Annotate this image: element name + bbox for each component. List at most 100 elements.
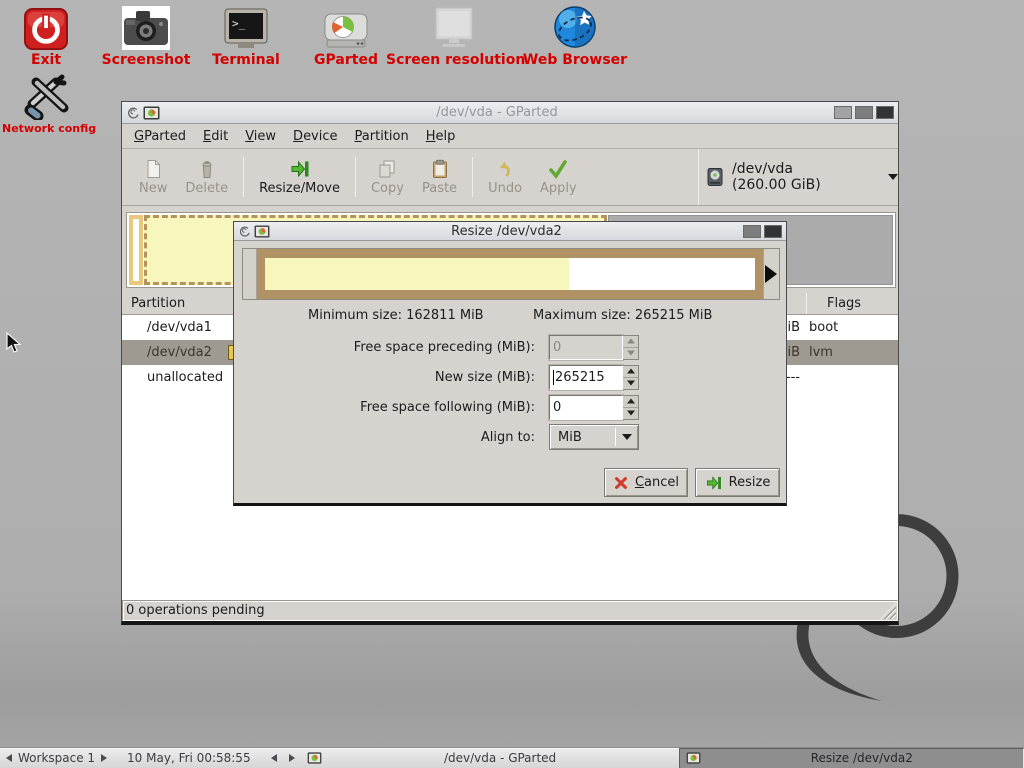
menubar: GParted Edit View Device Partition Help: [122, 124, 898, 149]
toolbar-separator: [698, 149, 699, 205]
tools-icon: [2, 72, 94, 120]
gparted-app-icon: [254, 225, 270, 238]
tasklist-next-icon[interactable]: [289, 754, 295, 762]
desktop-icon-label: Screen resolution: [386, 52, 522, 68]
resize-move-icon: [289, 158, 311, 180]
slider-right-handle[interactable]: [763, 249, 779, 299]
column-header-partition[interactable]: Partition: [131, 296, 185, 311]
slider-free-space: [569, 258, 755, 290]
toolbar-separator: [472, 157, 473, 197]
undo-button[interactable]: Undo: [479, 155, 531, 199]
align-to-dropdown[interactable]: MiB: [549, 424, 639, 450]
hard-disk-icon: [706, 167, 725, 187]
maximize-button[interactable]: [855, 106, 873, 119]
slider-left-handle[interactable]: [243, 249, 257, 299]
gparted-app-icon: [307, 752, 322, 764]
desktop-icon-label: GParted: [303, 52, 389, 68]
trash-icon: [196, 158, 218, 180]
new-size-input[interactable]: 265215: [549, 365, 623, 390]
toolbar-separator: [243, 157, 244, 197]
menu-partition[interactable]: Partition: [355, 129, 409, 144]
copy-icon: [376, 158, 398, 180]
close-button[interactable]: [764, 225, 782, 238]
maximum-size-label: Maximum size: 265215 MiB: [533, 308, 712, 323]
resize-dialog: Resize /dev/vda2 Minimum size: 162811 Mi…: [233, 221, 787, 506]
workspace-prev-icon[interactable]: [6, 754, 12, 762]
mouse-cursor: [6, 332, 22, 354]
desktop-icon-label: Web Browser: [510, 52, 640, 68]
tasklist-prev-icon[interactable]: [271, 754, 277, 762]
menu-view[interactable]: View: [245, 129, 276, 144]
paste-button[interactable]: Paste: [413, 155, 466, 199]
resize-arrow-icon: [705, 474, 723, 492]
menu-gparted[interactable]: GParted: [134, 129, 186, 144]
free-space-following-spinner[interactable]: 0: [549, 395, 639, 420]
toolbar-separator: [355, 157, 356, 197]
task-label: Resize /dev/vda2: [707, 751, 1017, 765]
desktop-icon-gparted[interactable]: GParted: [303, 2, 389, 68]
resize-grip[interactable]: [880, 603, 896, 619]
statusbar: 0 operations pending: [122, 600, 898, 621]
desktop: Exit Screenshot >_ Terminal GParted Scre…: [0, 0, 1024, 768]
taskbar: Workspace 1 10 May, Fri 00:58:55 /dev/vd…: [0, 747, 1024, 768]
paste-icon: [429, 158, 451, 180]
spin-up-icon[interactable]: [623, 366, 638, 378]
toolbar: New Delete Resize/Move Copy Paste: [122, 149, 898, 206]
device-label: /dev/vda (260.00 GiB): [732, 161, 833, 193]
desktop-icon-label: Exit: [14, 52, 78, 68]
partition-block-vda1[interactable]: [129, 215, 143, 285]
task-button-gparted[interactable]: /dev/vda - GParted: [301, 748, 679, 768]
task-button-resize-dialog[interactable]: Resize /dev/vda2: [679, 748, 1024, 768]
close-button[interactable]: [876, 106, 894, 119]
delete-button[interactable]: Delete: [176, 155, 237, 199]
resize-slider[interactable]: [242, 248, 780, 300]
menu-help[interactable]: Help: [426, 129, 456, 144]
desktop-icon-network-config[interactable]: Network config: [2, 72, 94, 135]
workspace-label[interactable]: Workspace 1: [18, 751, 95, 765]
camera-icon: [96, 2, 196, 50]
desktop-icon-exit[interactable]: Exit: [14, 2, 78, 68]
disk-partition-icon: [303, 2, 389, 50]
new-size-spinner[interactable]: 265215: [549, 365, 639, 390]
column-header-flags[interactable]: Flags: [827, 296, 861, 311]
spin-up-icon: [623, 336, 638, 348]
window-title: /dev/vda - GParted: [160, 105, 834, 120]
monitor-icon: [386, 2, 522, 50]
desktop-icon-terminal[interactable]: >_ Terminal: [203, 2, 289, 68]
menu-edit[interactable]: Edit: [203, 129, 228, 144]
debian-swirl-icon: [238, 225, 251, 238]
resize-button[interactable]: Resize: [695, 468, 780, 497]
cancel-x-icon: [613, 475, 629, 491]
minimize-button[interactable]: [834, 106, 852, 119]
globe-icon: [510, 2, 640, 50]
copy-button[interactable]: Copy: [362, 155, 413, 199]
device-selector[interactable]: /dev/vda (260.00 GiB): [706, 159, 898, 195]
free-space-following-input[interactable]: 0: [549, 395, 623, 420]
cancel-button[interactable]: Cancel: [604, 468, 688, 497]
maximize-button[interactable]: [743, 225, 761, 238]
gparted-titlebar[interactable]: /dev/vda - GParted: [122, 102, 898, 124]
task-label: /dev/vda - GParted: [328, 751, 673, 765]
desktop-icon-screen-resolution[interactable]: Screen resolution: [386, 2, 522, 68]
gparted-app-icon: [686, 752, 701, 764]
spin-down-icon: [623, 348, 638, 359]
workspace-next-icon[interactable]: [101, 754, 107, 762]
desktop-icon-label: Network config: [2, 122, 94, 135]
clock: 10 May, Fri 00:58:55: [127, 751, 251, 765]
desktop-icon-web-browser[interactable]: Web Browser: [510, 2, 640, 68]
free-space-following-row: Free space following (MiB): 0: [234, 394, 639, 420]
new-button[interactable]: New: [130, 155, 176, 199]
spin-down-icon[interactable]: [623, 378, 638, 389]
svg-text:>_: >_: [232, 17, 246, 30]
terminal-icon: >_: [203, 2, 289, 50]
free-space-preceding-spinner: 0: [549, 335, 639, 360]
apply-button[interactable]: Apply: [531, 155, 586, 199]
undo-icon: [494, 158, 516, 180]
spin-up-icon[interactable]: [623, 396, 638, 408]
spin-down-icon[interactable]: [623, 408, 638, 419]
dialog-titlebar[interactable]: Resize /dev/vda2: [234, 222, 786, 241]
resize-move-button[interactable]: Resize/Move: [250, 155, 349, 199]
menu-device[interactable]: Device: [293, 129, 337, 144]
chevron-down-icon: [622, 434, 632, 440]
desktop-icon-screenshot[interactable]: Screenshot: [96, 2, 196, 68]
